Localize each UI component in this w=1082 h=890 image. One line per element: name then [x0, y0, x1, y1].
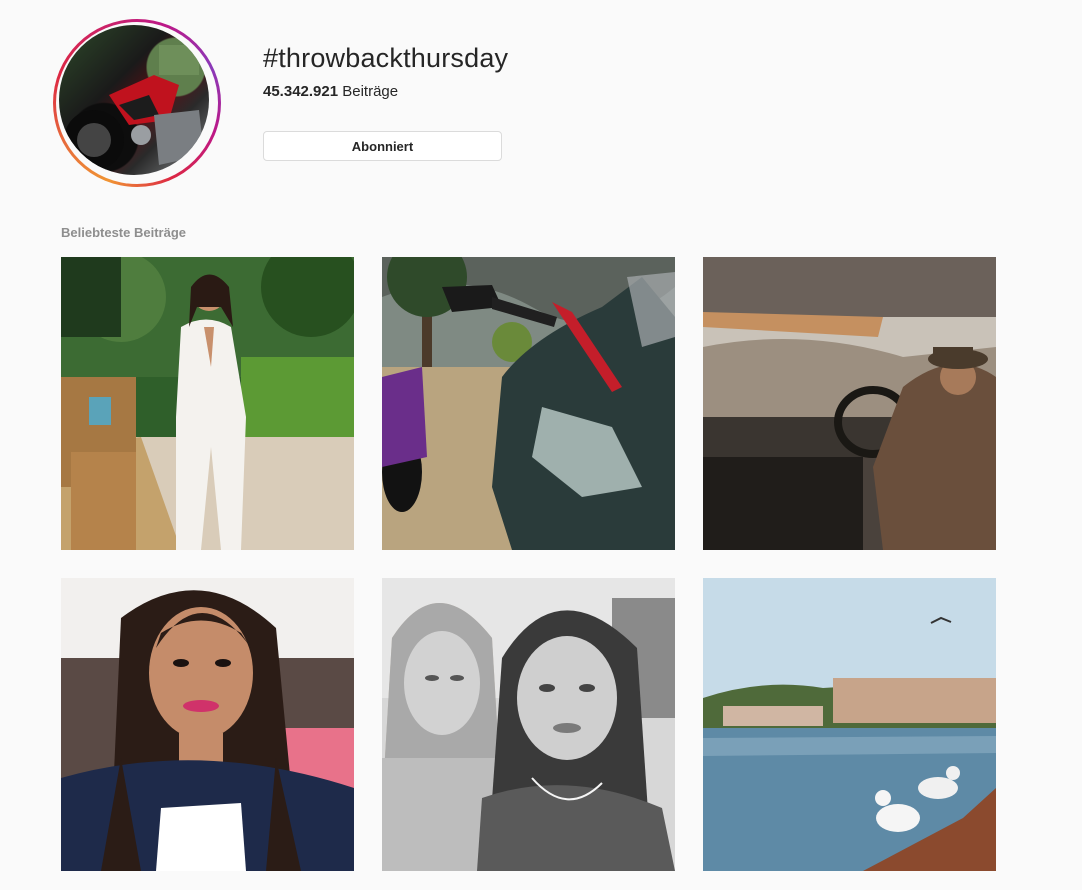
following-button[interactable]: Abonniert: [263, 131, 502, 161]
post-thumbnail[interactable]: [382, 578, 675, 871]
page-title: #throwbackthursday: [263, 43, 509, 73]
post-image: [703, 578, 996, 871]
section-title: Beliebteste Beiträge: [61, 225, 186, 240]
post-image: [61, 578, 354, 871]
post-thumbnail[interactable]: [61, 257, 354, 550]
avatar[interactable]: [59, 25, 209, 175]
hashtag-header: #throwbackthursday 45.342.921 Beiträge A…: [0, 0, 1082, 200]
post-count-label: Beiträge: [342, 83, 399, 100]
post-image: [382, 257, 675, 550]
motorcycle-photo: [64, 45, 204, 170]
post-thumbnail[interactable]: [382, 257, 675, 550]
post-thumbnail[interactable]: [61, 578, 354, 871]
post-count: 45.342.921 Beiträge: [263, 83, 398, 100]
post-image: [61, 257, 354, 550]
post-thumbnail[interactable]: [703, 257, 996, 550]
post-image: [382, 578, 675, 871]
post-image: [703, 257, 996, 550]
post-count-number: 45.342.921: [263, 83, 339, 100]
avatar-story-ring[interactable]: [53, 19, 221, 187]
post-thumbnail[interactable]: [703, 578, 996, 871]
